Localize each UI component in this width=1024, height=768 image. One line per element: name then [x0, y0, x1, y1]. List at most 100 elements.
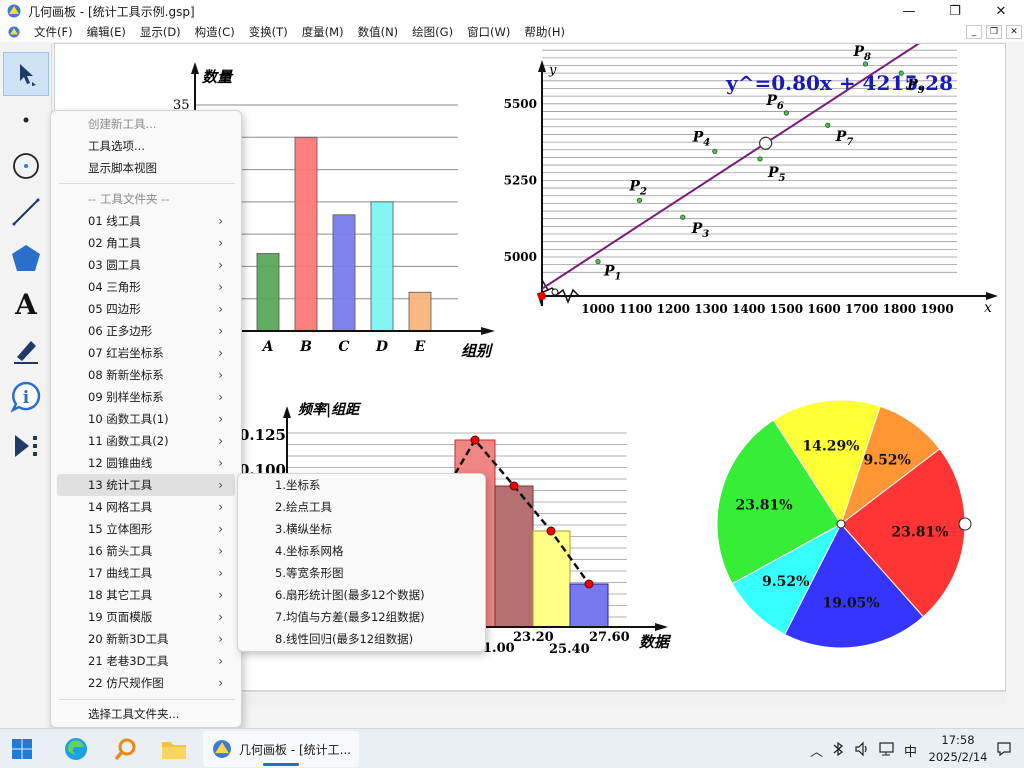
tool-folder-item[interactable]: 18 其它工具 ›: [57, 584, 235, 606]
bar-D[interactable]: [370, 201, 394, 332]
menu-bar: 文件(F) 编辑(E) 显示(D) 构造(C) 变换(T) 度量(M) 数值(N…: [0, 22, 1024, 42]
scatter-point[interactable]: [712, 148, 718, 154]
doc-restore-button[interactable]: ❐: [986, 25, 1002, 39]
tool-folder-item[interactable]: 15 立体图形 ›: [57, 518, 235, 540]
menu-transform[interactable]: 变换(T): [242, 22, 295, 42]
tool-folder-item[interactable]: 03 圆工具 ›: [57, 254, 235, 276]
tool-folder-item[interactable]: 22 仿尺规作图 ›: [57, 672, 235, 694]
scatter-point[interactable]: [825, 122, 831, 128]
origin-point[interactable]: [538, 292, 546, 300]
tool-folder-item[interactable]: 08 新新坐标系 ›: [57, 364, 235, 386]
information-tool[interactable]: i: [3, 374, 49, 418]
menu-measure[interactable]: 度量(M): [295, 22, 351, 42]
tool-folder-item[interactable]: 14 网格工具 ›: [57, 496, 235, 518]
scatter-point[interactable]: [595, 258, 601, 265]
tool-folder-item[interactable]: 19 页面模版 ›: [57, 606, 235, 628]
pie-radius-handle[interactable]: [958, 517, 972, 531]
chevron-right-icon: ›: [218, 324, 223, 338]
menu-show-script-view[interactable]: 显示脚本视图: [57, 157, 235, 179]
menu-help[interactable]: 帮助(H): [517, 22, 572, 42]
menu-display[interactable]: 显示(D): [133, 22, 188, 42]
submenu-xy-coordinates[interactable]: 3.横纵坐标: [244, 518, 480, 540]
file-explorer-button[interactable]: [160, 735, 188, 763]
bar-A[interactable]: [256, 253, 280, 332]
input-method-indicator[interactable]: 中: [904, 741, 917, 760]
bar-B[interactable]: [294, 136, 318, 332]
scatter-point-label: P3: [691, 221, 710, 240]
tool-folder-item[interactable]: 12 圆锥曲线 ›: [57, 452, 235, 474]
menu-file[interactable]: 文件(F): [27, 22, 80, 42]
bar-E[interactable]: [408, 291, 432, 332]
tray-overflow-button[interactable]: ︿: [810, 741, 823, 760]
menu-window[interactable]: 窗口(W): [460, 22, 517, 42]
clock[interactable]: 17:58 2025/2/14: [926, 732, 990, 766]
submenu-pie-chart[interactable]: 6.扇形统计图(最多12个数据): [244, 584, 480, 606]
submenu-coordinate-system[interactable]: 1.坐标系: [244, 474, 480, 496]
doc-minimize-button[interactable]: _: [966, 25, 982, 39]
scatter-point[interactable]: [783, 110, 789, 116]
custom-tool[interactable]: [3, 424, 49, 468]
freq-point-2[interactable]: [509, 481, 519, 491]
pie-center-point[interactable]: [836, 519, 846, 529]
volume-icon[interactable]: [854, 741, 870, 761]
scatter-point[interactable]: [636, 197, 643, 203]
submenu-mean-variance[interactable]: 7.均值与方差(最多12组数据): [244, 606, 480, 628]
tool-folder-item[interactable]: 09 别样坐标系 ›: [57, 386, 235, 408]
tool-folder-item[interactable]: 05 四边形 ›: [57, 298, 235, 320]
tool-folder-item[interactable]: 11 函数工具(2) ›: [57, 430, 235, 452]
text-tool[interactable]: A: [3, 282, 49, 326]
minimize-button[interactable]: —: [886, 0, 932, 22]
tool-folder-item[interactable]: 02 角工具 ›: [57, 232, 235, 254]
maximize-button[interactable]: ❐: [932, 0, 978, 22]
tool-folder-item[interactable]: 01 线工具 ›: [57, 210, 235, 232]
freq-point-1[interactable]: [470, 435, 480, 445]
freq-point-3[interactable]: [546, 526, 556, 536]
tool-folder-item[interactable]: 10 函数工具(1) ›: [57, 408, 235, 430]
scatter-point-label: P5: [767, 165, 786, 184]
tool-folder-item[interactable]: 04 三角形 ›: [57, 276, 235, 298]
tool-folder-item[interactable]: 17 曲线工具 ›: [57, 562, 235, 584]
tool-folder-item[interactable]: 16 箭头工具 ›: [57, 540, 235, 562]
bluetooth-icon[interactable]: [832, 741, 844, 761]
close-button[interactable]: ✕: [978, 0, 1024, 22]
arrow-select-tool[interactable]: [3, 52, 49, 96]
menu-tool-options[interactable]: 工具选项...: [57, 135, 235, 157]
search-button[interactable]: [112, 735, 140, 763]
freq-point-4[interactable]: [584, 579, 594, 589]
circle-icon: [13, 153, 39, 179]
edge-browser-button[interactable]: [62, 735, 90, 763]
doc-close-button[interactable]: ✕: [1006, 25, 1022, 39]
scatter-point[interactable]: [757, 156, 763, 162]
menu-edit[interactable]: 编辑(E): [80, 22, 133, 42]
submenu-coordinate-grid[interactable]: 4.坐标系网格: [244, 540, 480, 562]
regression-handle[interactable]: [759, 136, 773, 150]
tool-folder-item[interactable]: 07 红岩坐标系 ›: [57, 342, 235, 364]
tool-folder-item[interactable]: 06 正多边形 ›: [57, 320, 235, 342]
straightedge-tool[interactable]: [3, 190, 49, 234]
tool-folder-label: 14 网格工具: [88, 500, 153, 514]
submenu-equal-width-bar-chart[interactable]: 5.等宽条形图: [244, 562, 480, 584]
compass-tool[interactable]: [3, 144, 49, 188]
tool-folder-item[interactable]: 13 统计工具 ›: [57, 474, 235, 496]
tool-folder-item[interactable]: 21 老巷3D工具 ›: [57, 650, 235, 672]
point-tool[interactable]: [3, 98, 49, 142]
notification-icon[interactable]: [996, 741, 1012, 761]
scatter-point[interactable]: [898, 70, 904, 76]
menu-choose-tool-folder[interactable]: 选择工具文件夹...: [57, 703, 235, 725]
start-button[interactable]: [8, 735, 36, 763]
submenu-linear-regression[interactable]: 8.线性回归(最多12组数据): [244, 628, 480, 650]
tool-folder-item[interactable]: 20 新新3D工具 ›: [57, 628, 235, 650]
scatter-point[interactable]: [680, 214, 686, 220]
regression-x-tick: 1600: [807, 302, 840, 316]
marker-tool[interactable]: [3, 328, 49, 372]
taskbar-app-button[interactable]: 几何画板 - [统计工...: [203, 731, 359, 767]
network-icon[interactable]: [878, 741, 896, 761]
menu-construct[interactable]: 构造(C): [188, 22, 242, 42]
regression-x-tick: 1000: [581, 302, 614, 316]
bar-C[interactable]: [332, 214, 356, 332]
submenu-plot-point-tool[interactable]: 2.绘点工具: [244, 496, 480, 518]
menu-number[interactable]: 数值(N): [351, 22, 406, 42]
polygon-tool[interactable]: [3, 236, 49, 280]
menu-separator: [59, 699, 235, 700]
menu-graph[interactable]: 绘图(G): [405, 22, 460, 42]
